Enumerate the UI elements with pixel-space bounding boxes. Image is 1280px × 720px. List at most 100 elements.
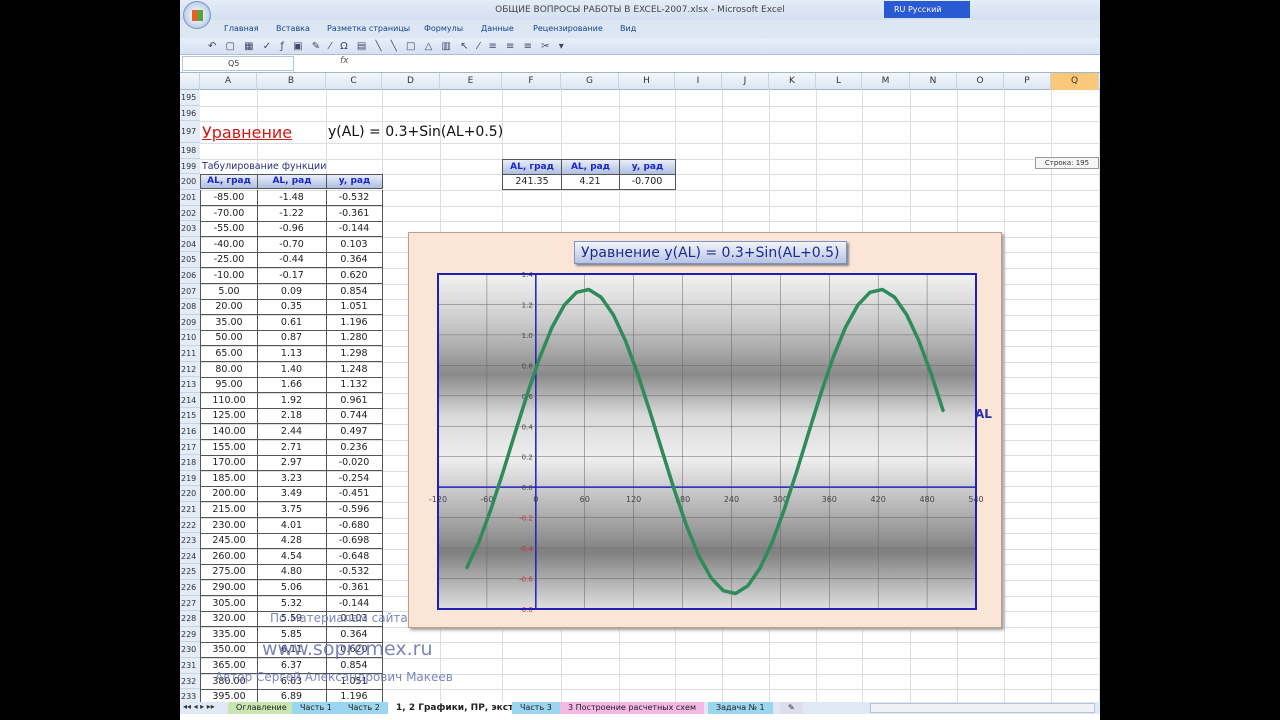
table-cell[interactable]: -0.020 [326, 455, 383, 472]
table-cell[interactable]: 1.13 [257, 346, 327, 362]
row-header[interactable]: 213 [180, 377, 200, 393]
row-header[interactable]: 227 [180, 595, 200, 612]
table-cell[interactable]: -1.22 [257, 205, 327, 222]
column-header-d[interactable]: D [382, 73, 440, 90]
row-header[interactable]: 230 [180, 642, 200, 658]
table-cell[interactable]: -0.144 [326, 595, 383, 612]
table-cell[interactable]: 2.44 [257, 424, 327, 440]
column-header-l[interactable]: L [816, 73, 862, 90]
table-cell[interactable]: 4.80 [257, 564, 327, 581]
table-cell[interactable]: -70.00 [200, 205, 258, 222]
tab-formulas[interactable]: Формулы [424, 24, 463, 33]
table-cell[interactable]: 185.00 [200, 470, 258, 487]
tab-review[interactable]: Рецензирование [533, 24, 603, 33]
table-cell[interactable]: 215.00 [200, 502, 258, 518]
column-header-g[interactable]: G [561, 73, 619, 90]
table-cell[interactable]: -0.532 [326, 190, 383, 206]
table-cell[interactable]: 4.54 [257, 548, 327, 565]
row-header[interactable]: 222 [180, 517, 200, 534]
table-cell[interactable]: -0.144 [326, 221, 383, 238]
column-header-c[interactable]: C [326, 73, 382, 90]
table-cell[interactable]: 1.051 [326, 299, 383, 316]
table-cell[interactable]: -0.17 [257, 268, 327, 284]
row-header[interactable]: 232 [180, 673, 200, 690]
sheet-tab[interactable]: Часть 1 [292, 702, 340, 714]
table-cell[interactable]: 0.09 [257, 283, 327, 300]
sheet-tab[interactable]: 1, 2 Графики, ПР, экстр [388, 702, 528, 714]
select-all-corner[interactable] [180, 73, 200, 90]
row-header[interactable]: 197 [180, 121, 200, 144]
column-header-m[interactable]: M [862, 73, 910, 90]
extreme-value[interactable]: -0.700 [619, 174, 676, 191]
tab-home[interactable]: Главная [224, 24, 259, 33]
table-cell[interactable]: -25.00 [200, 252, 258, 269]
table-cell[interactable]: 125.00 [200, 408, 258, 425]
row-header[interactable]: 209 [180, 314, 200, 331]
table-cell[interactable]: 0.744 [326, 408, 383, 425]
table-cell[interactable]: 200.00 [200, 486, 258, 503]
table-cell[interactable]: 4.28 [257, 533, 327, 550]
table-cell[interactable]: 95.00 [200, 377, 258, 394]
row-header[interactable]: 220 [180, 486, 200, 502]
sheet-tab[interactable]: Оглавление [228, 702, 295, 714]
table-cell[interactable]: 3.23 [257, 470, 327, 487]
table-cell[interactable]: 1.40 [257, 361, 327, 378]
row-header[interactable]: 221 [180, 502, 200, 518]
table-cell[interactable]: 2.18 [257, 408, 327, 425]
column-header-i[interactable]: I [675, 73, 722, 90]
insert-sheet-button[interactable]: ✎ [780, 702, 803, 714]
table-cell[interactable]: 1.66 [257, 377, 327, 394]
office-button[interactable] [183, 1, 211, 29]
table-cell[interactable]: 4.01 [257, 517, 327, 534]
row-header[interactable]: 205 [180, 252, 200, 268]
sheet-tab[interactable]: Часть 2 [340, 702, 388, 714]
table-cell[interactable]: 0.87 [257, 330, 327, 347]
sheet-tab[interactable]: 3 Построение расчетных схем [560, 702, 704, 714]
table-cell[interactable]: 3.75 [257, 502, 327, 518]
row-header[interactable]: 217 [180, 439, 200, 456]
table-cell[interactable]: 2.71 [257, 439, 327, 456]
row-header[interactable]: 204 [180, 236, 200, 253]
table-cell[interactable]: 0.961 [326, 392, 383, 409]
chart[interactable]: -120 -60 0 60 120 180 240 300 360 420 480 540 1.4 1.2… [408, 232, 1002, 628]
extreme-value[interactable]: 4.21 [561, 174, 620, 191]
sheet-tab[interactable]: Задача № 1 [708, 702, 773, 714]
row-header[interactable]: 202 [180, 205, 200, 222]
chart-title[interactable]: Уравнение y(AL) = 0.3+Sin(AL+0.5) [574, 241, 847, 264]
table-cell[interactable]: 1.196 [326, 314, 383, 331]
table-cell[interactable]: 170.00 [200, 455, 258, 472]
table-cell[interactable]: -0.596 [326, 502, 383, 518]
extreme-value[interactable]: 241.35 [502, 174, 562, 191]
row-header[interactable]: 216 [180, 424, 200, 440]
table-cell[interactable]: 275.00 [200, 564, 258, 581]
row-header[interactable]: 196 [180, 105, 200, 122]
table-cell[interactable]: 320.00 [200, 611, 258, 628]
table-cell[interactable]: -0.44 [257, 252, 327, 269]
table-cell[interactable]: 0.61 [257, 314, 327, 331]
sheet-tab[interactable]: Часть 3 [512, 702, 560, 714]
row-header[interactable]: 215 [180, 408, 200, 424]
row-header[interactable]: 219 [180, 470, 200, 487]
table-cell[interactable]: -85.00 [200, 190, 258, 206]
column-header-b[interactable]: B [257, 73, 326, 90]
table-cell[interactable]: -0.451 [326, 486, 383, 503]
column-header-h[interactable]: H [619, 73, 675, 90]
table-cell[interactable]: 260.00 [200, 548, 258, 565]
table-cell[interactable]: -0.361 [326, 205, 383, 222]
column-header-j[interactable]: J [722, 73, 769, 90]
table-cell[interactable]: 1.298 [326, 346, 383, 362]
row-header[interactable]: 207 [180, 283, 200, 300]
table-cell[interactable]: -0.680 [326, 517, 383, 534]
table-cell[interactable]: -0.648 [326, 548, 383, 565]
row-header[interactable]: 201 [180, 190, 200, 206]
table-cell[interactable]: -0.96 [257, 221, 327, 238]
row-header[interactable]: 226 [180, 580, 200, 596]
table-cell[interactable]: 1.248 [326, 361, 383, 378]
tab-page-layout[interactable]: Разметка страницы [327, 24, 410, 33]
language-bar[interactable]: RU Русский [884, 1, 970, 18]
column-header-a[interactable]: A [200, 73, 257, 90]
table-cell[interactable]: 5.00 [200, 283, 258, 300]
table-cell[interactable]: 155.00 [200, 439, 258, 456]
table-cell[interactable]: 35.00 [200, 314, 258, 331]
column-header-k[interactable]: K [769, 73, 816, 90]
